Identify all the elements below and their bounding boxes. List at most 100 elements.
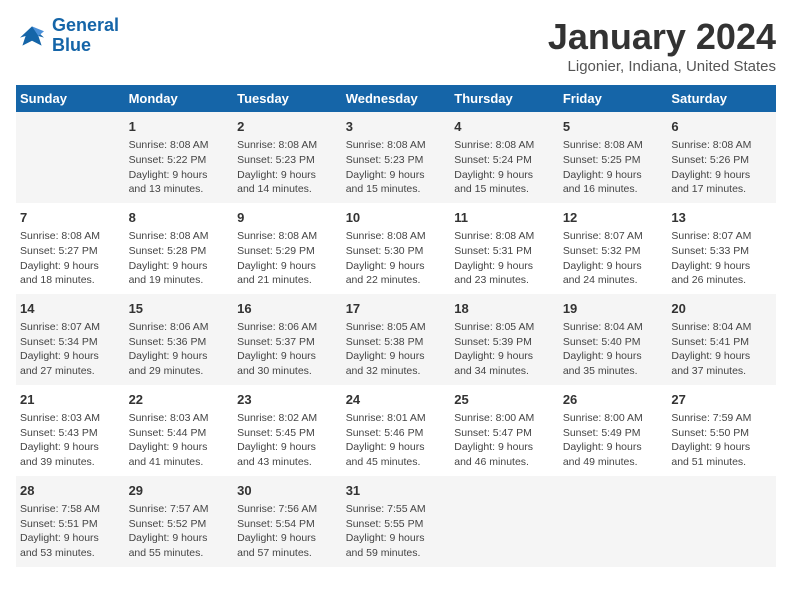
day-number: 13 (671, 209, 772, 227)
calendar-cell: 14 Sunrise: 8:07 AM Sunset: 5:34 PM Dayli… (16, 294, 125, 385)
day-number: 22 (129, 391, 230, 409)
column-header-sunday: Sunday (16, 85, 125, 112)
calendar-week-row: 21Sunrise: 8:03 AM Sunset: 5:43 PM Dayli… (16, 385, 776, 476)
column-header-saturday: Saturday (667, 85, 776, 112)
day-number: 26 (563, 391, 664, 409)
calendar-cell: 4Sunrise: 8:08 AM Sunset: 5:24 PM Daylig… (450, 112, 559, 203)
day-number: 3 (346, 118, 447, 136)
calendar-cell: 18 Sunrise: 8:05 AM Sunset: 5:39 PM Dayli… (450, 294, 559, 385)
column-header-wednesday: Wednesday (342, 85, 451, 112)
day-info: Sunrise: 8:07 AM Sunset: 5:34 PM Dayligh… (20, 320, 121, 379)
day-info: Sunrise: 8:08 AM Sunset: 5:28 PM Dayligh… (129, 229, 230, 288)
calendar-cell: 6 Sunrise: 8:08 AM Sunset: 5:26 PM Daylig… (667, 112, 776, 203)
calendar-cell: 30 Sunrise: 7:56 AM Sunset: 5:54 PM Dayli… (233, 476, 342, 567)
day-info: Sunrise: 8:07 AM Sunset: 5:32 PM Dayligh… (563, 229, 664, 288)
day-info: Sunrise: 7:56 AM Sunset: 5:54 PM Dayligh… (237, 502, 338, 561)
day-info: Sunrise: 8:08 AM Sunset: 5:30 PM Dayligh… (346, 229, 447, 288)
calendar-cell: 9 Sunrise: 8:08 AM Sunset: 5:29 PM Daylig… (233, 203, 342, 294)
calendar-week-row: 14 Sunrise: 8:07 AM Sunset: 5:34 PM Dayli… (16, 294, 776, 385)
day-number: 19 (563, 300, 664, 318)
calendar-cell: 12 Sunrise: 8:07 AM Sunset: 5:32 PM Dayli… (559, 203, 668, 294)
day-number: 28 (20, 482, 121, 500)
calendar-cell: 27Sunrise: 7:59 AM Sunset: 5:50 PM Dayli… (667, 385, 776, 476)
calendar-cell: 7 Sunrise: 8:08 AM Sunset: 5:27 PM Daylig… (16, 203, 125, 294)
calendar-cell: 31Sunrise: 7:55 AM Sunset: 5:55 PM Dayli… (342, 476, 451, 567)
day-number: 6 (671, 118, 772, 136)
calendar-cell: 13Sunrise: 8:07 AM Sunset: 5:33 PM Dayli… (667, 203, 776, 294)
day-number: 4 (454, 118, 555, 136)
column-header-monday: Monday (125, 85, 234, 112)
day-number: 27 (671, 391, 772, 409)
day-number: 17 (346, 300, 447, 318)
day-info: Sunrise: 8:04 AM Sunset: 5:40 PM Dayligh… (563, 320, 664, 379)
day-info: Sunrise: 8:02 AM Sunset: 5:45 PM Dayligh… (237, 411, 338, 470)
day-number: 29 (129, 482, 230, 500)
day-info: Sunrise: 8:01 AM Sunset: 5:46 PM Dayligh… (346, 411, 447, 470)
calendar-cell: 15Sunrise: 8:06 AM Sunset: 5:36 PM Dayli… (125, 294, 234, 385)
day-info: Sunrise: 7:57 AM Sunset: 5:52 PM Dayligh… (129, 502, 230, 561)
day-number: 23 (237, 391, 338, 409)
day-number: 9 (237, 209, 338, 227)
calendar-cell: 23 Sunrise: 8:02 AM Sunset: 5:45 PM Dayli… (233, 385, 342, 476)
calendar-cell (667, 476, 776, 567)
calendar-cell: 5 Sunrise: 8:08 AM Sunset: 5:25 PM Daylig… (559, 112, 668, 203)
day-info: Sunrise: 8:04 AM Sunset: 5:41 PM Dayligh… (671, 320, 772, 379)
day-number: 2 (237, 118, 338, 136)
day-info: Sunrise: 7:55 AM Sunset: 5:55 PM Dayligh… (346, 502, 447, 561)
day-number: 25 (454, 391, 555, 409)
calendar-cell: 20Sunrise: 8:04 AM Sunset: 5:41 PM Dayli… (667, 294, 776, 385)
calendar-cell: 8 Sunrise: 8:08 AM Sunset: 5:28 PM Daylig… (125, 203, 234, 294)
page-header: General Blue January 2024 Ligonier, Indi… (16, 16, 776, 75)
calendar-title: January 2024 (548, 16, 776, 58)
calendar-week-row: 7 Sunrise: 8:08 AM Sunset: 5:27 PM Daylig… (16, 203, 776, 294)
day-number: 8 (129, 209, 230, 227)
day-number: 21 (20, 391, 121, 409)
calendar-cell: 2 Sunrise: 8:08 AM Sunset: 5:23 PM Daylig… (233, 112, 342, 203)
day-number: 5 (563, 118, 664, 136)
calendar-cell: 3 Sunrise: 8:08 AM Sunset: 5:23 PM Daylig… (342, 112, 451, 203)
calendar-title-block: January 2024 Ligonier, Indiana, United S… (548, 16, 776, 75)
column-header-thursday: Thursday (450, 85, 559, 112)
calendar-week-row: 1 Sunrise: 8:08 AM Sunset: 5:22 PM Daylig… (16, 112, 776, 203)
day-info: Sunrise: 7:58 AM Sunset: 5:51 PM Dayligh… (20, 502, 121, 561)
calendar-header: SundayMondayTuesdayWednesdayThursdayFrid… (16, 85, 776, 112)
day-number: 24 (346, 391, 447, 409)
day-info: Sunrise: 8:08 AM Sunset: 5:25 PM Dayligh… (563, 138, 664, 197)
column-header-tuesday: Tuesday (233, 85, 342, 112)
day-info: Sunrise: 8:06 AM Sunset: 5:37 PM Dayligh… (237, 320, 338, 379)
logo-icon (16, 20, 48, 52)
day-info: Sunrise: 8:08 AM Sunset: 5:27 PM Dayligh… (20, 229, 121, 288)
calendar-cell: 24 Sunrise: 8:01 AM Sunset: 5:46 PM Dayli… (342, 385, 451, 476)
day-number: 12 (563, 209, 664, 227)
logo-text: General Blue (52, 16, 119, 56)
day-info: Sunrise: 8:08 AM Sunset: 5:29 PM Dayligh… (237, 229, 338, 288)
day-number: 18 (454, 300, 555, 318)
calendar-cell (16, 112, 125, 203)
day-info: Sunrise: 8:05 AM Sunset: 5:39 PM Dayligh… (454, 320, 555, 379)
day-number: 10 (346, 209, 447, 227)
day-number: 11 (454, 209, 555, 227)
calendar-cell: 26Sunrise: 8:00 AM Sunset: 5:49 PM Dayli… (559, 385, 668, 476)
column-header-friday: Friday (559, 85, 668, 112)
day-info: Sunrise: 8:08 AM Sunset: 5:23 PM Dayligh… (346, 138, 447, 197)
logo: General Blue (16, 16, 119, 56)
day-number: 30 (237, 482, 338, 500)
calendar-cell (450, 476, 559, 567)
calendar-cell: 1 Sunrise: 8:08 AM Sunset: 5:22 PM Daylig… (125, 112, 234, 203)
calendar-cell (559, 476, 668, 567)
day-info: Sunrise: 8:08 AM Sunset: 5:22 PM Dayligh… (129, 138, 230, 197)
day-number: 14 (20, 300, 121, 318)
calendar-cell: 29 Sunrise: 7:57 AM Sunset: 5:52 PM Dayli… (125, 476, 234, 567)
day-number: 1 (129, 118, 230, 136)
day-info: Sunrise: 8:03 AM Sunset: 5:44 PM Dayligh… (129, 411, 230, 470)
day-info: Sunrise: 8:06 AM Sunset: 5:36 PM Dayligh… (129, 320, 230, 379)
day-info: Sunrise: 8:08 AM Sunset: 5:26 PM Dayligh… (671, 138, 772, 197)
day-number: 7 (20, 209, 121, 227)
calendar-cell: 28 Sunrise: 7:58 AM Sunset: 5:51 PM Dayli… (16, 476, 125, 567)
day-info: Sunrise: 8:08 AM Sunset: 5:23 PM Dayligh… (237, 138, 338, 197)
calendar-cell: 21Sunrise: 8:03 AM Sunset: 5:43 PM Dayli… (16, 385, 125, 476)
calendar-cell: 25 Sunrise: 8:00 AM Sunset: 5:47 PM Dayli… (450, 385, 559, 476)
calendar-week-row: 28 Sunrise: 7:58 AM Sunset: 5:51 PM Dayli… (16, 476, 776, 567)
day-info: Sunrise: 8:00 AM Sunset: 5:47 PM Dayligh… (454, 411, 555, 470)
calendar-subtitle: Ligonier, Indiana, United States (548, 58, 776, 75)
